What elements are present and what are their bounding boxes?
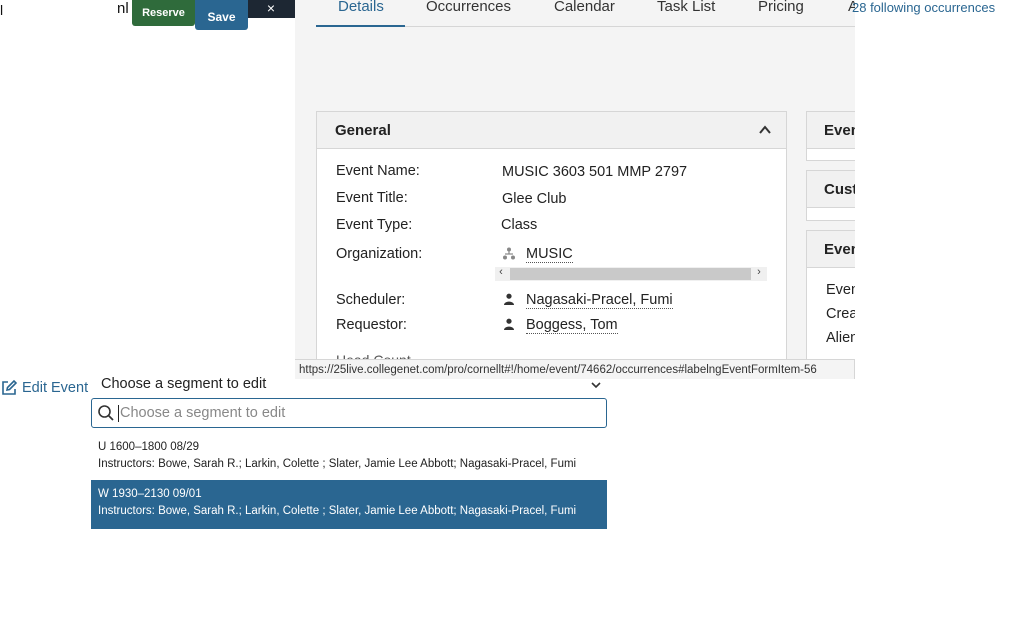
search-icon: [98, 405, 114, 421]
close-icon[interactable]: ×: [262, 0, 280, 16]
side-card-line: Crea: [826, 306, 855, 322]
general-card-title: General: [335, 121, 391, 139]
chevron-up-icon[interactable]: [758, 123, 772, 137]
side-card-event-details: Even Even Crea Alien: [806, 230, 855, 378]
general-card: General Event Name: MUSIC 3603 501 MMP 2…: [316, 111, 787, 371]
status-bar-url: https://25live.collegenet.com/pro/cornel…: [295, 359, 855, 379]
chevron-down-icon[interactable]: [590, 380, 602, 390]
edit-event-label: Edit Event: [22, 380, 89, 396]
scheduler-label: Scheduler:: [336, 292, 406, 308]
requestor-label: Requestor:: [336, 317, 407, 333]
organization-label: Organization:: [336, 246, 423, 262]
reserve-button[interactable]: Reserve: [132, 0, 195, 26]
segment-option-instructors: Instructors: Bowe, Sarah R.; Larkin, Col…: [98, 458, 577, 470]
partial-text-nl: nl: [117, 0, 129, 17]
side-card-title[interactable]: Even: [807, 112, 855, 149]
person-icon: [504, 293, 514, 305]
side-card-line: Even: [826, 282, 855, 298]
tab-calendar[interactable]: Calendar: [554, 0, 615, 27]
side-card-title[interactable]: Even: [807, 231, 855, 268]
horizontal-scrollbar[interactable]: ‹ ›: [495, 266, 767, 281]
organization-icon: [503, 247, 515, 260]
segment-option-selected[interactable]: W 1930–2130 09/01 Instructors: Bowe, Sar…: [91, 480, 607, 529]
tab-details[interactable]: Details: [316, 0, 405, 27]
event-name-label: Event Name:: [336, 163, 420, 179]
tab-pricing[interactable]: Pricing: [758, 0, 804, 27]
side-card-line: Alien: [826, 330, 855, 346]
edit-icon: [2, 379, 18, 395]
side-card-title[interactable]: Cust: [807, 171, 855, 208]
event-details-panel: Details Occurrences Calendar Task List P…: [295, 0, 855, 378]
segment-search-field[interactable]: [91, 398, 607, 428]
scroll-right-icon[interactable]: ›: [753, 266, 765, 278]
event-tabs: Details Occurrences Calendar Task List P…: [316, 0, 855, 27]
tab-occurrences[interactable]: Occurrences: [426, 0, 511, 27]
scheduler-link[interactable]: Nagasaki-Pracel, Fumi: [526, 292, 673, 309]
following-occurrences-link[interactable]: 28 following occurrences: [852, 0, 995, 15]
event-title-label: Event Title:: [336, 190, 408, 206]
segment-option-title: W 1930–2130 09/01: [98, 488, 202, 500]
segment-search-input[interactable]: [118, 404, 598, 422]
segment-option-instructors: Instructors: Bowe, Sarah R.; Larkin, Col…: [98, 505, 577, 517]
event-type-value: Class: [501, 217, 538, 233]
event-type-label: Event Type:: [336, 217, 413, 233]
side-card-event: Even: [806, 111, 855, 161]
segment-option-title: U 1600–1800 08/29: [98, 441, 200, 453]
scrollbar-thumb[interactable]: [510, 268, 751, 280]
scroll-left-icon[interactable]: ‹: [495, 266, 507, 278]
person-icon: [504, 318, 514, 330]
partial-text-left: l: [0, 2, 4, 18]
general-card-header[interactable]: General: [317, 112, 786, 149]
requestor-link[interactable]: Boggess, Tom: [526, 317, 618, 334]
organization-link[interactable]: MUSIC: [526, 246, 573, 263]
segment-chooser-label[interactable]: Choose a segment to edit: [101, 376, 266, 392]
tab-task-list[interactable]: Task List: [657, 0, 715, 27]
edit-event-button[interactable]: Edit Event: [0, 379, 88, 397]
side-card-custom: Cust: [806, 170, 855, 221]
segment-option[interactable]: U 1600–1800 08/29 Instructors: Bowe, Sar…: [91, 433, 607, 482]
event-title-value: Glee Club: [502, 191, 567, 207]
event-name-value: MUSIC 3603 501 MMP 2797: [502, 164, 688, 180]
save-button[interactable]: Save: [195, 0, 248, 30]
